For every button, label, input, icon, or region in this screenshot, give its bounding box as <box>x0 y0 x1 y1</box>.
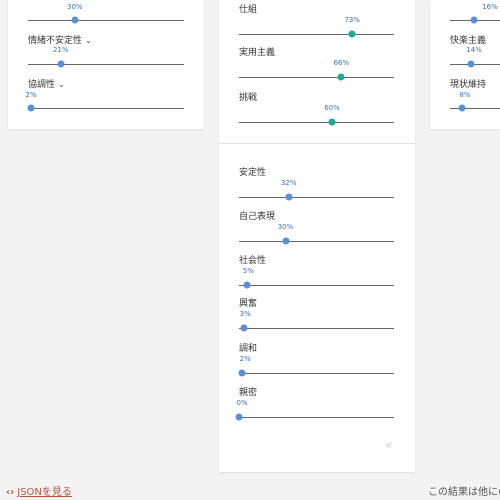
slider-thumb[interactable] <box>470 16 478 24</box>
slider-structure[interactable]: 仕組 73% <box>239 2 394 38</box>
slider-value: 73% <box>344 16 360 24</box>
slider-track <box>239 77 394 78</box>
slider-thumb[interactable] <box>57 60 65 68</box>
slider-value: 3% <box>239 310 251 318</box>
slider-pragmatism[interactable]: 実用主義 66% <box>239 45 394 81</box>
slider-value: 60% <box>324 104 340 112</box>
slider-value: 66% <box>333 59 350 67</box>
slider-label: 仕組 <box>239 5 258 15</box>
slider-track <box>239 285 394 286</box>
slider-label: 快楽主義 <box>450 36 487 46</box>
slider-thumb[interactable] <box>285 193 293 201</box>
needs-card: 安定性 32% 自己表現 30% 社会性 5% 興奮 3% 調和 2% 親密 0… <box>219 144 415 472</box>
result-note: この結果は他にの <box>428 487 500 498</box>
slider-self-expression[interactable]: 自己表現 30% <box>239 209 394 245</box>
slider-value: 2% <box>239 355 251 363</box>
slider-value: 8% <box>459 91 471 99</box>
slider-label: 安定性 <box>239 168 267 178</box>
slider-track <box>239 241 394 242</box>
slider-value: 30% <box>67 3 83 11</box>
slider-track <box>450 108 500 109</box>
slider-value: 14% <box>466 46 482 54</box>
slider-label: 社会性 <box>239 256 267 266</box>
slider-track <box>239 373 394 374</box>
slider-track <box>239 197 394 198</box>
slider-harmony[interactable]: 調和 2% <box>238 341 394 377</box>
slider-track <box>239 417 394 418</box>
code-icon: ‹› <box>6 487 15 498</box>
slider-emotional-instability[interactable]: 情緒不安定性 ⌄ 21% <box>28 33 184 68</box>
slider-label: 調和 <box>239 344 258 354</box>
values-card: 仕組 73% 実用主義 66% 挑戦 60% <box>219 0 415 143</box>
view-json-label[interactable]: JSONを見る <box>17 487 72 498</box>
slider-sociability[interactable]: 社会性 5% <box>239 253 394 289</box>
slider-label: 親密 <box>239 388 258 398</box>
slider-value: 30% <box>277 223 294 231</box>
slider-value: 16% <box>482 3 498 11</box>
slider-hedonism[interactable]: 快楽主義 14% <box>450 33 500 68</box>
slider-excitement[interactable]: 興奮 3% <box>239 296 394 332</box>
slider-label: 現状維持 <box>450 80 487 90</box>
slider-label: 自己表現 <box>239 212 276 222</box>
slider-agreeableness[interactable]: 協調性 ⌄ 2% <box>25 77 184 112</box>
slider-value: 32% <box>280 179 297 187</box>
slider-track <box>239 122 394 123</box>
slider-thumb[interactable] <box>238 369 246 377</box>
slider-value: 2% <box>25 91 37 99</box>
slider-left-1[interactable]: 30% <box>28 0 184 30</box>
values-card-right: 16% 快楽主義 14% 現状維持 8% <box>430 0 500 129</box>
slider-stability[interactable]: 安定性 32% <box>239 165 394 201</box>
slider-track <box>239 328 394 329</box>
double-chevron-left-icon[interactable]: ‹‹ <box>385 438 392 452</box>
slider-label[interactable]: 協調性 ⌄ <box>28 77 65 90</box>
slider-track <box>28 64 184 65</box>
chevron-down-icon[interactable]: ⌄ <box>85 36 92 45</box>
slider-right-1[interactable]: 16% <box>450 0 500 30</box>
slider-thumb[interactable] <box>467 60 475 68</box>
slider-thumb[interactable] <box>240 324 248 332</box>
slider-thumb[interactable] <box>328 118 336 126</box>
slider-track <box>28 108 184 109</box>
slider-thumb[interactable] <box>458 104 466 112</box>
slider-value: 5% <box>242 267 254 275</box>
slider-label: 実用主義 <box>239 48 276 58</box>
slider-thumb[interactable] <box>243 281 251 289</box>
slider-thumb[interactable] <box>27 104 35 112</box>
slider-intimacy[interactable]: 親密 0% <box>235 385 394 421</box>
slider-track <box>239 34 394 35</box>
slider-label: 興奮 <box>239 299 258 309</box>
slider-status-quo[interactable]: 現状維持 8% <box>450 77 500 112</box>
slider-thumb[interactable] <box>71 16 79 24</box>
slider-label[interactable]: 情緒不安定性 ⌄ <box>28 33 92 46</box>
view-json-link[interactable]: ‹› JSONを見る <box>6 483 72 498</box>
slider-value: 0% <box>236 399 248 407</box>
slider-thumb[interactable] <box>337 73 345 81</box>
slider-thumb[interactable] <box>235 413 243 421</box>
slider-value: 21% <box>52 46 69 54</box>
slider-label: 挑戦 <box>239 93 258 103</box>
slider-challenge[interactable]: 挑戦 60% <box>239 90 394 126</box>
slider-thumb[interactable] <box>348 30 356 38</box>
slider-track <box>28 20 184 21</box>
slider-thumb[interactable] <box>282 237 289 245</box>
personality-card-left: 30% 情緒不安定性 ⌄ 21% 協調性 ⌄ 2% <box>8 0 204 129</box>
slider-track <box>450 64 500 65</box>
chevron-down-icon[interactable]: ⌄ <box>58 80 65 89</box>
